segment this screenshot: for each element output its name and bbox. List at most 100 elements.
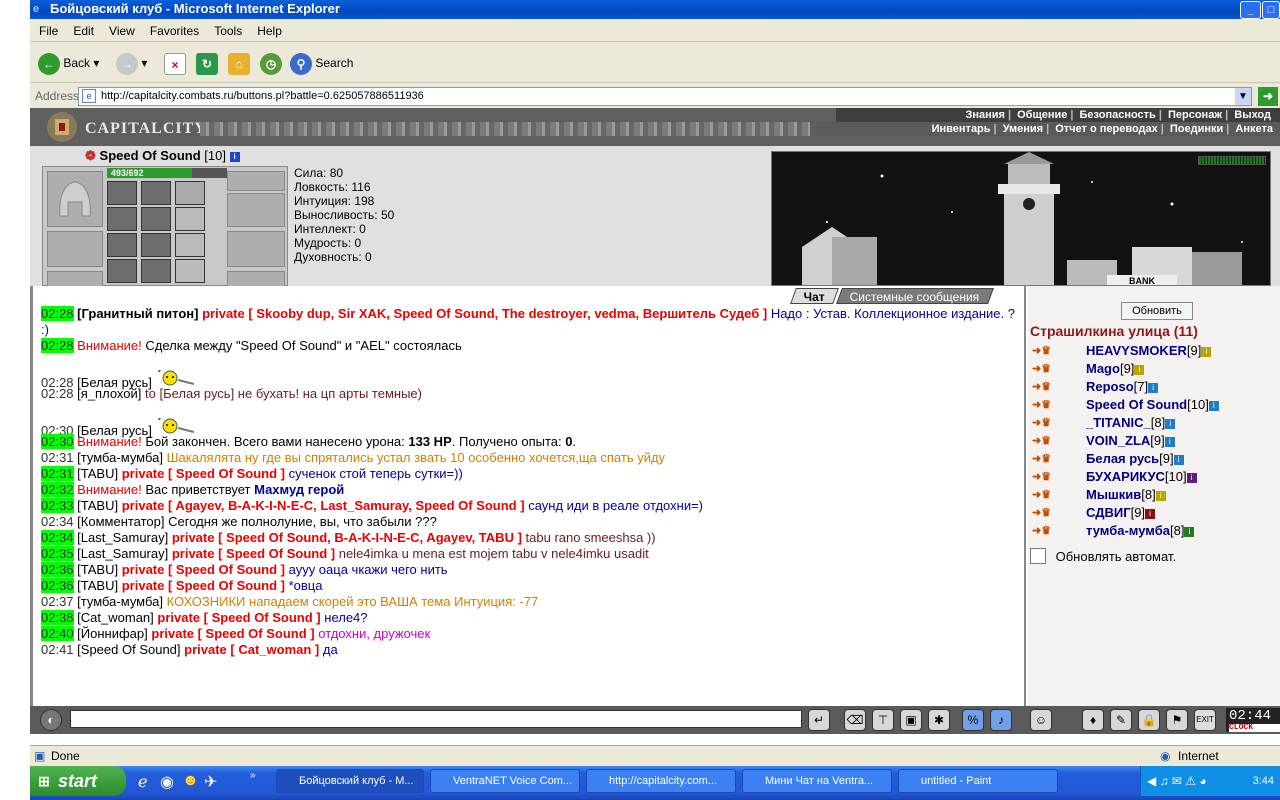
user-info-icon[interactable]: i bbox=[1201, 347, 1212, 357]
exit-icon[interactable]: EXIT bbox=[1194, 709, 1216, 731]
quicklaunch-more-icon[interactable]: » bbox=[250, 770, 256, 781]
message-author[interactable]: [Cat_woman] bbox=[77, 610, 154, 625]
user-action-icons[interactable]: ➜♛ bbox=[1032, 468, 1086, 486]
info-icon[interactable]: i bbox=[229, 152, 240, 162]
menu-security[interactable]: Безопасность bbox=[1077, 109, 1159, 121]
menu-tools[interactable]: Tools bbox=[205, 24, 248, 38]
address-dropdown-icon[interactable]: ▼ bbox=[1235, 88, 1251, 105]
task-mini-chat[interactable]: Мини Чат на Ventra... bbox=[742, 769, 892, 793]
menu-duels[interactable]: Поединки bbox=[1167, 123, 1226, 135]
task-bk-window[interactable]: Бойцовский клуб - M... bbox=[276, 769, 424, 793]
user-info-icon[interactable]: i bbox=[1208, 401, 1219, 411]
message-author[interactable]: [Комментатор] bbox=[77, 514, 164, 529]
user-action-icons[interactable]: ➜♛ bbox=[1032, 342, 1086, 360]
save-icon[interactable]: ▣ bbox=[900, 709, 922, 731]
user-action-icons[interactable]: ➜♛ bbox=[1032, 522, 1086, 540]
walk-icon[interactable]: ✱ bbox=[928, 709, 950, 731]
quicklaunch-app-icon[interactable]: ✈ bbox=[204, 772, 217, 792]
online-user-row[interactable]: ➜♛ Speed Of Sound[10] i bbox=[1032, 396, 1219, 414]
stop-button[interactable]: × bbox=[164, 52, 186, 75]
potion-icon[interactable]: ♦ bbox=[1082, 709, 1104, 731]
online-user-row[interactable]: ➜♛ Мышкив[8] i bbox=[1032, 486, 1219, 504]
message-private-recipients[interactable]: private [ Speed Of Sound ] bbox=[122, 562, 285, 577]
inventory-item-icon[interactable] bbox=[107, 181, 137, 205]
menu-character[interactable]: Персонаж bbox=[1165, 109, 1225, 121]
inventory-item-icon[interactable] bbox=[141, 259, 171, 283]
rings-slot-icon[interactable] bbox=[227, 193, 285, 227]
character-name[interactable]: Speed Of Sound bbox=[100, 148, 201, 163]
location-scene[interactable]: BANK bbox=[771, 151, 1271, 286]
bracers-slot-icon[interactable] bbox=[47, 231, 103, 267]
inventory-item-icon[interactable] bbox=[141, 233, 171, 257]
online-user-row[interactable]: ➜♛ VOIN_ZLA[9] i bbox=[1032, 432, 1219, 450]
online-user-row[interactable]: ➜♛ Reposo[7] i bbox=[1032, 378, 1219, 396]
weapon-slot-icon[interactable] bbox=[47, 271, 103, 286]
online-user-row[interactable]: ➜♛ СДВИГ[9] i bbox=[1032, 504, 1219, 522]
inventory-item-icon[interactable] bbox=[141, 181, 171, 205]
tab-system-messages[interactable]: Системные сообщения bbox=[836, 288, 994, 304]
message-author[interactable]: [Йоннифар] bbox=[77, 626, 148, 641]
inventory-item-icon[interactable] bbox=[175, 233, 205, 257]
inventory-item-icon[interactable] bbox=[107, 259, 137, 283]
online-user-row[interactable]: ➜♛ Mago[9] i bbox=[1032, 360, 1219, 378]
message-private-recipients[interactable]: private [ Speed Of Sound ] bbox=[122, 578, 285, 593]
online-user-row[interactable]: ➜♛ Белая русь[9] i bbox=[1032, 450, 1219, 468]
home-button[interactable]: ⌂ bbox=[228, 52, 250, 75]
online-user-name[interactable]: HEAVYSMOKER bbox=[1086, 343, 1187, 358]
message-private-recipients[interactable]: private [ Speed Of Sound ] bbox=[151, 626, 314, 641]
user-info-icon[interactable]: i bbox=[1173, 455, 1184, 465]
online-user-name[interactable]: Speed Of Sound bbox=[1086, 397, 1187, 412]
task-capitalcity[interactable]: http://capitalcity.com... bbox=[586, 769, 736, 793]
helmet-slot-icon[interactable] bbox=[47, 171, 103, 227]
tray-icons[interactable]: ◀ ♫ ✉ ⚠ ◕ bbox=[1147, 766, 1207, 796]
user-info-icon[interactable]: i bbox=[1184, 527, 1195, 537]
user-info-icon[interactable]: i bbox=[1148, 383, 1159, 393]
message-private-recipients[interactable]: private [ Agayev, B-A-K-I-N-E-C, Last_Sa… bbox=[122, 498, 525, 513]
inventory-item-icon[interactable] bbox=[107, 233, 137, 257]
message-author[interactable]: [тумба-мумба] bbox=[77, 450, 163, 465]
user-info-icon[interactable]: i bbox=[1165, 419, 1176, 429]
filter-icon[interactable]: ⊤ bbox=[872, 709, 894, 731]
user-action-icons[interactable]: ➜♛ bbox=[1032, 486, 1086, 504]
chat-mode-icon[interactable]: ◐ bbox=[40, 709, 62, 731]
message-author[interactable]: [TABU] bbox=[77, 562, 118, 577]
menu-view[interactable]: View bbox=[100, 24, 141, 38]
message-author[interactable]: [я_плохой] bbox=[77, 386, 141, 401]
message-private-recipients[interactable]: private [ Skooby dup, Sir XAK, Speed Of … bbox=[202, 306, 767, 321]
user-action-icons[interactable]: ➜♛ bbox=[1032, 378, 1086, 396]
inventory-item-icon[interactable] bbox=[175, 181, 205, 205]
auto-refresh-checkbox[interactable] bbox=[1030, 548, 1046, 564]
menu-exit[interactable]: Выход bbox=[1231, 109, 1274, 121]
menu-edit[interactable]: Edit bbox=[64, 24, 100, 38]
quicklaunch-ie-icon[interactable]: ℯ bbox=[138, 772, 147, 792]
online-user-name[interactable]: БУХАРИКУС bbox=[1086, 469, 1165, 484]
user-action-icons[interactable]: ➜♛ bbox=[1032, 414, 1086, 432]
online-user-name[interactable]: _TITANIC_ bbox=[1086, 415, 1151, 430]
message-author[interactable]: [Last_Samuray] bbox=[77, 530, 168, 545]
menu-favorites[interactable]: Favorites bbox=[141, 24, 205, 38]
online-user-row[interactable]: ➜♛ _TITANIC_[8] i bbox=[1032, 414, 1219, 432]
user-info-icon[interactable]: i bbox=[1186, 473, 1197, 483]
bank-sign[interactable]: BANK bbox=[1107, 275, 1177, 285]
user-info-icon[interactable]: i bbox=[1155, 491, 1166, 501]
inventory-item-icon[interactable] bbox=[107, 207, 137, 231]
chat-message-input[interactable] bbox=[70, 710, 802, 728]
message-private-recipients[interactable]: private [ Speed Of Sound, B-A-K-I-N-E-C,… bbox=[172, 530, 522, 545]
menu-inventory[interactable]: Инвентарь bbox=[929, 123, 994, 135]
back-button[interactable]: ← Back ▾ bbox=[38, 52, 99, 75]
menu-communication[interactable]: Общение bbox=[1014, 109, 1070, 121]
user-action-icons[interactable]: ➜♛ bbox=[1032, 504, 1086, 522]
tab-chat[interactable]: Чат bbox=[790, 288, 839, 304]
message-private-recipients[interactable]: private [ Speed Of Sound ] bbox=[172, 546, 335, 561]
refresh-list-button[interactable]: Обновить bbox=[1121, 302, 1193, 320]
quicklaunch-player-icon[interactable]: ◉ bbox=[160, 772, 174, 792]
message-author[interactable]: [Last_Samuray] bbox=[77, 546, 168, 561]
quicklaunch-messenger-icon[interactable]: ☻ bbox=[182, 772, 199, 790]
online-user-row[interactable]: ➜♛ тумба-мумба[8] i bbox=[1032, 522, 1219, 540]
menu-skills[interactable]: Умения bbox=[1000, 123, 1046, 135]
flag-icon[interactable]: ⚑ bbox=[1166, 709, 1188, 731]
inventory-item-icon[interactable] bbox=[141, 207, 171, 231]
address-input[interactable]: e http://capitalcity.combats.ru/buttons.… bbox=[78, 87, 1252, 106]
message-author[interactable]: [TABU] bbox=[77, 498, 118, 513]
menu-help[interactable]: Help bbox=[248, 24, 288, 38]
